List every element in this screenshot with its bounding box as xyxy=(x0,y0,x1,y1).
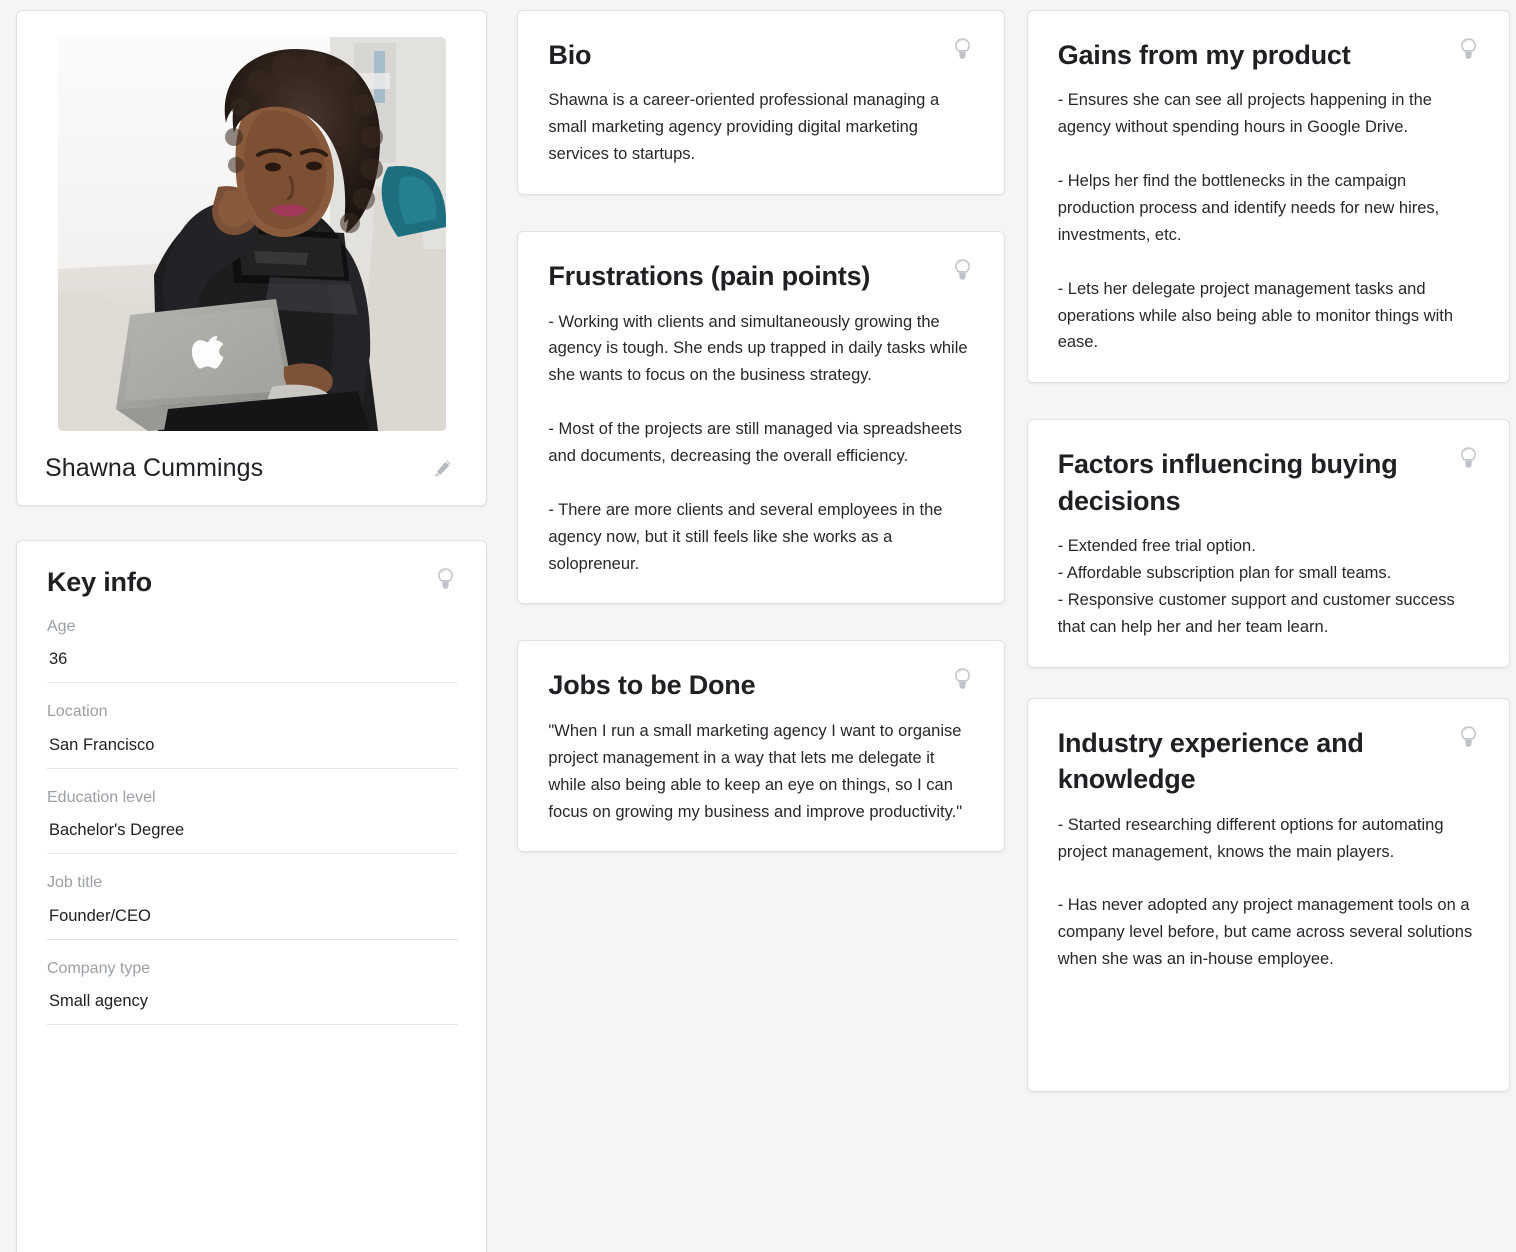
gains-text[interactable]: - Ensures she can see all projects happe… xyxy=(1058,87,1481,356)
bio-text[interactable]: Shawna is a career-oriented professional… xyxy=(548,87,975,168)
lightbulb-icon[interactable] xyxy=(950,37,976,65)
buying-factors-title: Factors influencing buying decisions xyxy=(1058,446,1430,519)
frustrations-text[interactable]: - Working with clients and simultaneousl… xyxy=(548,309,975,578)
gains-title: Gains from my product xyxy=(1058,37,1351,73)
persona-board: Shawna Cummings Key info xyxy=(0,0,1516,1252)
lightbulb-icon[interactable] xyxy=(1455,446,1481,474)
field-label: Location xyxy=(47,701,458,723)
field-value[interactable]: Bachelor's Degree xyxy=(47,809,458,854)
industry-experience-card: Industry experience and knowledge - Star… xyxy=(1027,698,1510,1092)
key-info-field: Job title Founder/CEO xyxy=(47,854,458,939)
spacer xyxy=(1027,383,1510,419)
gains-card: Gains from my product - Ensures she can … xyxy=(1027,10,1510,383)
spacer xyxy=(1027,668,1510,698)
key-info-field: Company type Small agency xyxy=(47,940,458,1025)
field-value[interactable]: 36 xyxy=(47,638,458,683)
field-label: Age xyxy=(47,616,458,638)
industry-experience-title: Industry experience and knowledge xyxy=(1058,725,1430,798)
frustrations-card: Frustrations (pain points) - Working wit… xyxy=(517,231,1004,604)
jobs-to-be-done-card: Jobs to be Done "When I run a small mark… xyxy=(517,640,1004,852)
lightbulb-icon[interactable] xyxy=(1455,37,1481,65)
key-info-field: Age 36 xyxy=(47,598,458,683)
middle-column: Bio Shawna is a career-oriented professi… xyxy=(517,10,1004,852)
field-label: Job title xyxy=(47,872,458,894)
left-column: Shawna Cummings Key info xyxy=(16,10,487,1252)
bio-card: Bio Shawna is a career-oriented professi… xyxy=(517,10,1004,195)
buying-factors-card: Factors influencing buying decisions - E… xyxy=(1027,419,1510,667)
gains-header: Gains from my product xyxy=(1058,35,1481,73)
field-value[interactable]: Founder/CEO xyxy=(47,895,458,940)
jobs-to-be-done-text[interactable]: "When I run a small marketing agency I w… xyxy=(548,718,975,826)
lightbulb-icon[interactable] xyxy=(1455,725,1481,753)
buying-factors-header: Factors influencing buying decisions xyxy=(1058,444,1481,519)
jobs-to-be-done-title: Jobs to be Done xyxy=(548,667,755,703)
frustrations-header: Frustrations (pain points) xyxy=(548,256,975,294)
spacer xyxy=(517,195,1004,231)
key-info-fields: Age 36 Location San Francisco Education … xyxy=(47,598,458,1025)
frustrations-title: Frustrations (pain points) xyxy=(548,258,870,294)
pencil-icon[interactable] xyxy=(428,453,458,483)
buying-factors-text[interactable]: - Extended free trial option. - Affordab… xyxy=(1058,533,1481,641)
lightbulb-icon[interactable] xyxy=(950,667,976,695)
bio-title: Bio xyxy=(548,37,591,73)
jobs-to-be-done-header: Jobs to be Done xyxy=(548,665,975,703)
profile-name-row: Shawna Cummings xyxy=(43,453,460,483)
field-value[interactable]: San Francisco xyxy=(47,724,458,769)
right-column: Gains from my product - Ensures she can … xyxy=(1027,10,1510,1092)
key-info-header: Key info xyxy=(47,565,458,598)
field-value[interactable]: Small agency xyxy=(47,980,458,1025)
lightbulb-icon[interactable] xyxy=(950,258,976,286)
spacer xyxy=(16,506,487,540)
field-label: Education level xyxy=(47,787,458,809)
bio-header: Bio xyxy=(548,35,975,73)
key-info-field: Location San Francisco xyxy=(47,683,458,768)
key-info-card: Key info Age 36 Location San Francisco xyxy=(16,540,487,1252)
key-info-title: Key info xyxy=(47,567,152,598)
spacer xyxy=(517,604,1004,640)
page-title: Shawna Cummings xyxy=(43,453,263,483)
industry-experience-header: Industry experience and knowledge xyxy=(1058,723,1481,798)
key-info-field: Education level Bachelor's Degree xyxy=(47,769,458,854)
field-label: Company type xyxy=(47,958,458,980)
industry-experience-text[interactable]: - Started researching different options … xyxy=(1058,812,1481,973)
lightbulb-icon[interactable] xyxy=(432,567,458,595)
profile-photo xyxy=(58,37,446,431)
profile-card: Shawna Cummings xyxy=(16,10,487,506)
